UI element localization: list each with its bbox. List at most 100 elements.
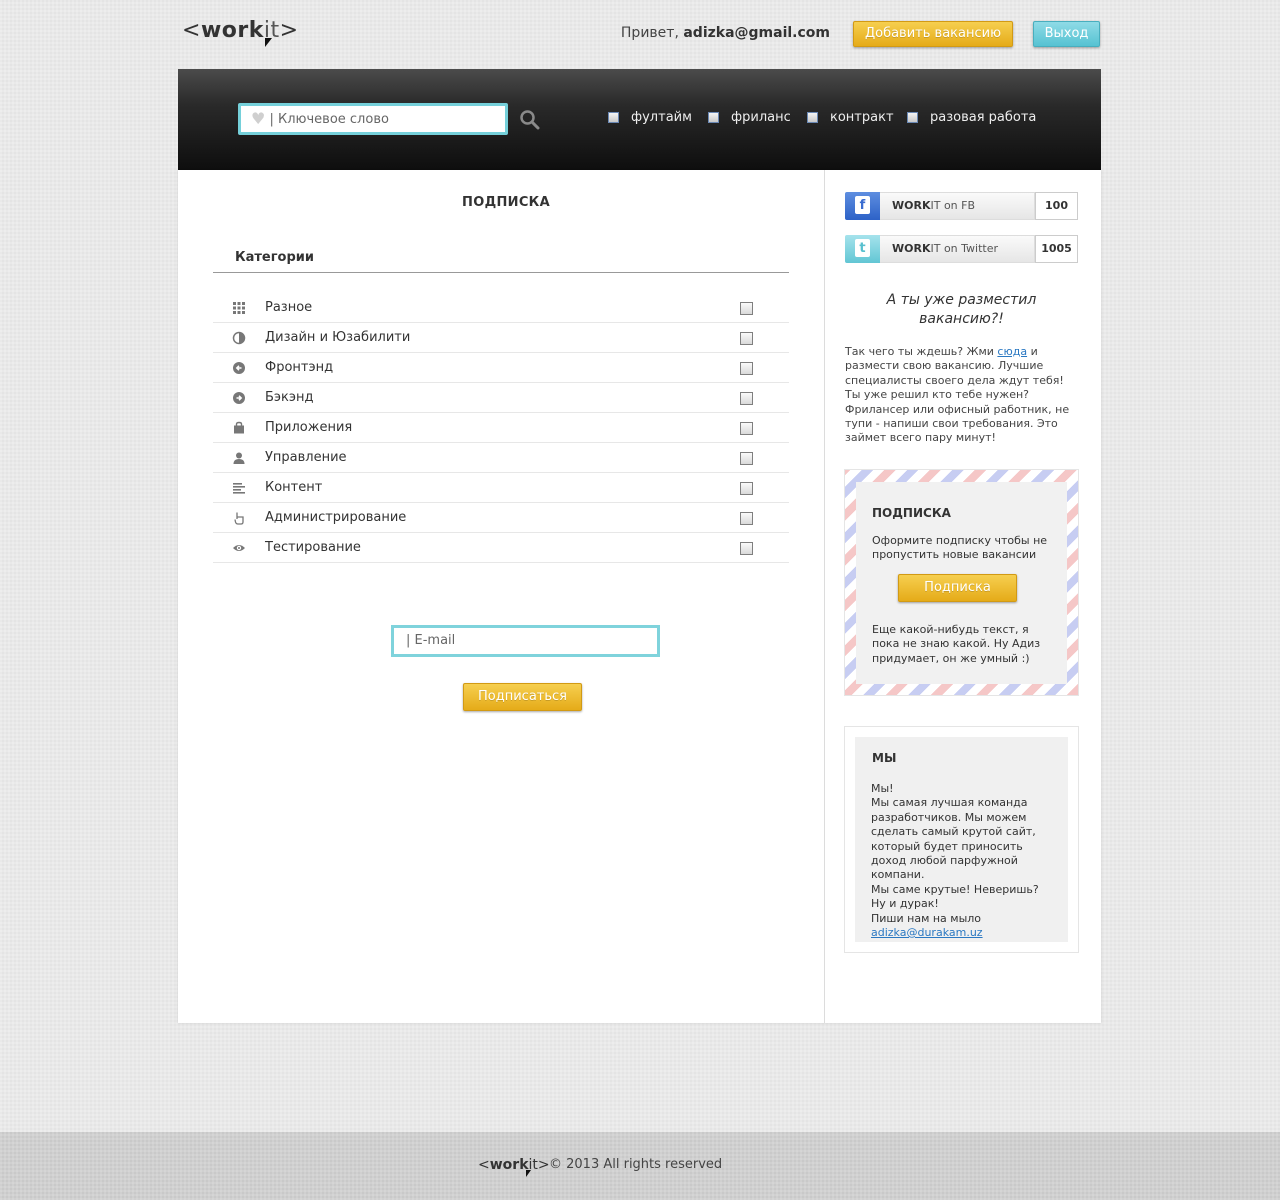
filter-one-time[interactable]: разовая работа — [907, 110, 1036, 125]
about-line: Пиши нам на мыло — [871, 911, 982, 925]
category-checkbox[interactable] — [740, 512, 753, 525]
category-row[interactable]: Администрирование — [213, 503, 789, 533]
category-list: Разное Дизайн и Юзабилити Фронтэнд Бэкэн… — [213, 293, 789, 563]
one-time-checkbox[interactable] — [907, 112, 918, 123]
facebook-icon: f — [845, 192, 880, 220]
filter-label: фриланс — [731, 110, 791, 125]
category-label: Контент — [265, 480, 323, 495]
category-checkbox[interactable] — [740, 542, 753, 555]
grid-icon — [233, 302, 245, 314]
twitter-widget[interactable]: t WORKIT on Twitter 1005 — [845, 235, 1078, 263]
twitter-icon: t — [845, 235, 880, 263]
add-vacancy-button[interactable]: Добавить вакансию — [853, 21, 1013, 47]
category-checkbox[interactable] — [740, 362, 753, 375]
facebook-count: 100 — [1035, 192, 1078, 220]
freelance-checkbox[interactable] — [708, 112, 719, 123]
user-email[interactable]: adizka@gmail.com — [683, 25, 830, 41]
page-title: ПОДПИСКА — [462, 195, 550, 210]
category-checkbox[interactable] — [740, 452, 753, 465]
category-label: Фронтэнд — [265, 360, 334, 375]
text-lines-icon — [233, 483, 245, 494]
filter-freelance[interactable]: фриланс — [708, 110, 791, 125]
logo[interactable]: <workit> — [182, 18, 299, 47]
twitter-count: 1005 — [1035, 235, 1078, 263]
category-row[interactable]: Контент — [213, 473, 789, 503]
category-label: Разное — [265, 300, 313, 315]
filter-fulltime[interactable]: фултайм — [608, 110, 692, 125]
arrow-right-circle-icon — [233, 392, 245, 404]
logo-bracket-right: > — [279, 18, 299, 43]
promo-text: Так чего ты ждешь? Жми сюда и размести с… — [845, 345, 1081, 446]
heart-icon: ♥ — [251, 109, 266, 128]
arrow-left-circle-icon — [233, 362, 245, 374]
search-icon[interactable] — [519, 109, 541, 131]
footer-logo[interactable]: <workit> — [478, 1157, 550, 1177]
twitter-glyph: t — [855, 239, 870, 257]
category-row[interactable]: Фронтэнд — [213, 353, 789, 383]
email-input[interactable]: | E-mail — [391, 625, 660, 657]
about-line: Мы самая лучшая команда разработчиков. М… — [871, 796, 1036, 882]
about-email-link[interactable]: adizka@durakam.uz — [871, 926, 983, 939]
keyword-placeholder: | Ключевое слово — [269, 112, 389, 127]
brand-light: IT — [930, 242, 941, 255]
category-checkbox[interactable] — [740, 332, 753, 345]
footer: <workit> © 2013 All rights reserved — [0, 1132, 1280, 1200]
logo-bracket-left: < — [182, 18, 201, 43]
category-row[interactable]: Тестирование — [213, 533, 789, 563]
column-divider — [824, 170, 825, 1023]
social-suffix: on Twitter — [940, 242, 999, 255]
category-label: Бэкэнд — [265, 390, 314, 405]
subscription-card-title: ПОДПИСКА — [872, 506, 951, 520]
subscription-card: ПОДПИСКА Оформите подписку чтобы не проп… — [844, 469, 1079, 696]
category-checkbox[interactable] — [740, 422, 753, 435]
person-icon — [233, 452, 245, 464]
promo-link[interactable]: сюда — [997, 345, 1027, 358]
category-checkbox[interactable] — [740, 302, 753, 315]
fulltime-checkbox[interactable] — [608, 112, 619, 123]
filter-label: разовая работа — [930, 110, 1037, 125]
brand-bold: WORK — [892, 242, 931, 255]
category-row[interactable]: Приложения — [213, 413, 789, 443]
logo-work: work — [200, 18, 264, 43]
filter-label: фултайм — [631, 110, 692, 125]
category-checkbox[interactable] — [740, 482, 753, 495]
twitter-label[interactable]: WORKIT on Twitter — [880, 235, 1035, 263]
brand-light: IT — [930, 199, 941, 212]
bag-icon — [234, 421, 244, 434]
about-line: Мы саме крутые! Неверишь? — [871, 882, 1039, 896]
about-title: МЫ — [872, 751, 897, 765]
subscribe-button[interactable]: Подписаться — [463, 683, 582, 711]
logo-work: work — [489, 1157, 529, 1173]
category-checkbox[interactable] — [740, 392, 753, 405]
categories-heading: Категории — [235, 250, 314, 265]
about-text: Мы! Мы самая лучшая команда разработчико… — [871, 782, 1061, 940]
filter-contract[interactable]: контракт — [807, 110, 894, 125]
subscription-card-text: Оформите подписку чтобы не пропустить но… — [872, 534, 1048, 562]
facebook-label[interactable]: WORKIT on FB — [880, 192, 1035, 220]
about-card: МЫ Мы! Мы самая лучшая команда разработч… — [844, 726, 1079, 953]
facebook-glyph: f — [855, 196, 870, 214]
subscription-card-button[interactable]: Подписка — [898, 574, 1017, 602]
copyright: © 2013 All rights reserved — [549, 1157, 723, 1172]
user-greeting: Привет, adizka@gmail.com — [621, 25, 830, 41]
category-row[interactable]: Дизайн и Юзабилити — [213, 323, 789, 353]
filter-label: контракт — [830, 110, 894, 125]
category-label: Управление — [265, 450, 347, 465]
promo-text-after: и размести свою вакансию. Лучшие специал… — [845, 345, 1070, 445]
hand-pointer-icon — [234, 512, 244, 525]
keyword-search-input[interactable]: ♥ | Ключевое слово — [238, 103, 508, 135]
social-suffix: on FB — [940, 199, 976, 212]
logout-button[interactable]: Выход — [1033, 21, 1100, 47]
contract-checkbox[interactable] — [807, 112, 818, 123]
subscription-card-body: ПОДПИСКА Оформите подписку чтобы не проп… — [856, 482, 1067, 684]
content-panel: ПОДПИСКА Категории Разное Дизайн и Юзаби… — [178, 170, 1101, 1023]
subscription-card-note: Еще какой-нибудь текст, я пока не знаю к… — [872, 623, 1041, 665]
category-row[interactable]: Управление — [213, 443, 789, 473]
facebook-widget[interactable]: f WORKIT on FB 100 — [845, 192, 1078, 220]
about-line: Ну и дурак! — [871, 897, 939, 911]
category-row[interactable]: Бэкэнд — [213, 383, 789, 413]
category-row[interactable]: Разное — [213, 293, 789, 323]
search-header: ♥ | Ключевое слово фултайм фриланс контр… — [178, 69, 1101, 170]
promo-text-before: Так чего ты ждешь? Жми — [845, 345, 998, 358]
logo-bracket-left: < — [478, 1157, 490, 1173]
